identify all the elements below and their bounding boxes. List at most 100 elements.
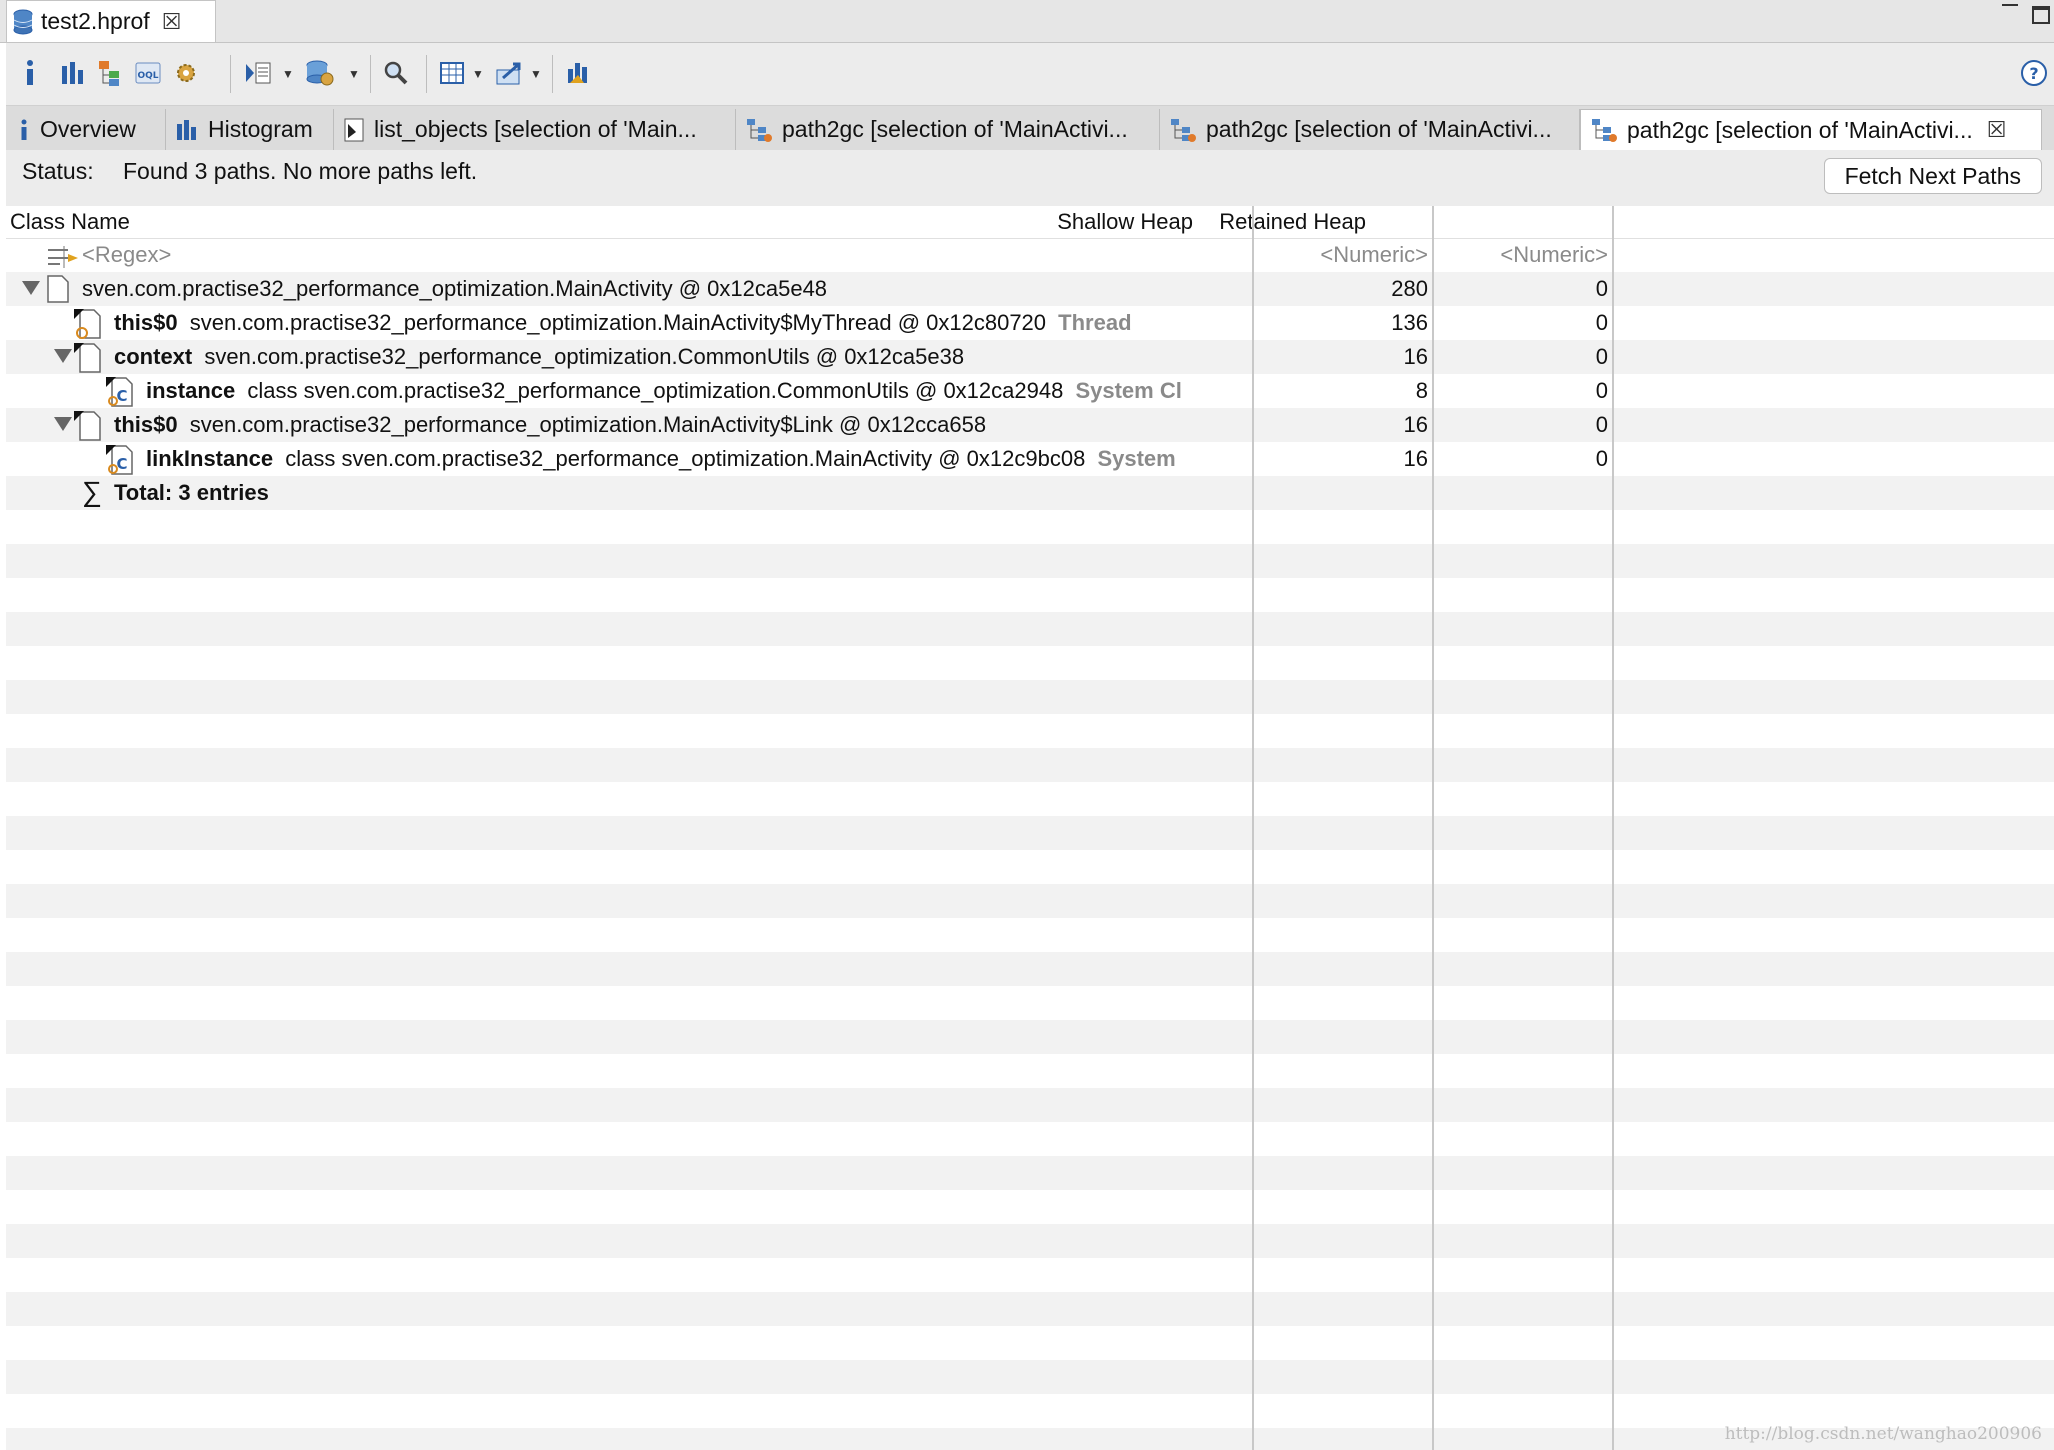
editor-tab[interactable]: test2.hprof ☒ (6, 0, 216, 42)
view-tab-bar: Overview Histogram list_objects [selecti… (6, 106, 2054, 151)
gear-icon[interactable] (168, 53, 204, 93)
sigma-icon: ∑ (82, 476, 102, 507)
list-objects-icon (344, 118, 364, 142)
row-stripe (6, 612, 2054, 646)
query-browser-icon[interactable] (302, 53, 338, 93)
reference-cell: this$0 sven.com.practise32_performance_o… (114, 310, 1132, 336)
total-row: ∑ Total: 3 entries (6, 476, 2054, 510)
class-name: sven.com.practise32_performance_optimiza… (82, 276, 828, 301)
tab-label: path2gc [selection of 'MainActivi... (782, 116, 1128, 142)
filter-retained-input[interactable]: <Numeric> (1436, 242, 1608, 268)
filter-row: <Regex> <Numeric> <Numeric> (6, 238, 2054, 272)
watermark: http://blog.csdn.net/wanghao200906 (1724, 1424, 2042, 1444)
column-header-shallow-heap[interactable]: Shallow Heap (988, 209, 1193, 235)
chevron-down-icon[interactable]: ▼ (348, 67, 360, 81)
heap-dump-icon[interactable] (560, 53, 596, 93)
histogram-icon[interactable] (54, 53, 90, 93)
path2gc-icon (746, 118, 772, 142)
close-icon[interactable]: ☒ (1987, 119, 2007, 141)
tab-label: path2gc [selection of 'MainActivi... (1206, 116, 1552, 142)
tab-overview[interactable]: Overview (8, 109, 166, 150)
info-icon (18, 119, 30, 141)
status-label: Status: (22, 158, 94, 184)
reference-cell: instance class sven.com.practise32_perfo… (146, 378, 1182, 404)
row-stripe (6, 544, 2054, 578)
tab-histogram[interactable]: Histogram (166, 109, 334, 150)
paths-table: Class Name Shallow Heap Retained Heap <R… (6, 206, 2054, 1450)
total-entries: Total: 3 entries (114, 480, 269, 505)
object-icon (74, 343, 102, 378)
field-name: instance (146, 378, 236, 403)
table-row[interactable]: context sven.com.practise32_performance_… (6, 340, 2054, 374)
column-header-class-name[interactable]: Class Name (10, 209, 130, 235)
chevron-down-icon[interactable]: ▼ (530, 67, 542, 81)
path2gc-icon (1170, 118, 1196, 142)
editor-tab-bar: test2.hprof ☒ (0, 0, 2054, 43)
row-stripe (6, 816, 2054, 850)
path2gc-icon (1591, 118, 1617, 142)
row-stripe (6, 1020, 2054, 1054)
retained-heap: 0 (1595, 310, 1608, 335)
reference-cell-clip: instance class sven.com.practise32_perfo… (146, 374, 1250, 408)
reference-cell: linkInstance class sven.com.practise32_p… (146, 446, 1176, 472)
editor-tab-title: test2.hprof (41, 8, 150, 34)
oql-icon[interactable]: OQL (130, 53, 166, 93)
tab-label: list_objects [selection of 'Main... (374, 116, 697, 142)
filter-shallow-input[interactable]: <Numeric> (1256, 242, 1428, 268)
reference-cell: context sven.com.practise32_performance_… (114, 344, 964, 370)
column-header-retained-heap[interactable]: Retained Heap (1196, 209, 1366, 235)
table-row[interactable]: this$0 sven.com.practise32_performance_o… (6, 408, 2054, 442)
field-name: linkInstance (146, 446, 274, 471)
tab-path2gc-1[interactable]: path2gc [selection of 'MainActivi... (736, 109, 1160, 150)
retained-heap: 0 (1595, 446, 1608, 471)
tree-expanded-icon[interactable] (54, 349, 72, 363)
class-object-icon: C (106, 445, 134, 480)
retained-heap: 0 (1595, 378, 1608, 403)
table-row[interactable]: sven.com.practise32_performance_optimiza… (6, 272, 2054, 306)
status-message: Found 3 paths. No more paths left. (123, 158, 478, 184)
info-icon[interactable] (12, 53, 48, 93)
class-name: sven.com.practise32_performance_optimiza… (204, 344, 965, 369)
export-icon[interactable] (492, 53, 528, 93)
shallow-heap: 136 (1391, 310, 1428, 335)
retained-heap: 0 (1595, 344, 1608, 369)
chevron-down-icon[interactable]: ▼ (282, 67, 294, 81)
field-name: this$0 (114, 310, 178, 335)
shallow-heap: 16 (1403, 446, 1428, 471)
tree-expanded-icon[interactable] (54, 417, 72, 431)
table-icon[interactable] (434, 53, 470, 93)
minimize-icon[interactable] (2002, 4, 2018, 6)
field-name: this$0 (114, 412, 178, 437)
database-icon (13, 9, 33, 35)
shallow-heap: 280 (1391, 276, 1428, 301)
svg-text:C: C (116, 387, 127, 405)
toolbar: OQL ▼ ▼ ▼ ▼ ? (6, 43, 2054, 106)
gc-root-tag: System Cl (1075, 378, 1182, 403)
svg-text:C: C (116, 455, 127, 473)
dominator-tree-icon[interactable] (92, 53, 128, 93)
chevron-down-icon[interactable]: ▼ (472, 67, 484, 81)
tab-label: path2gc [selection of 'MainActivi... (1627, 116, 1973, 143)
table-header: Class Name Shallow Heap Retained Heap (6, 206, 2054, 239)
search-icon[interactable] (378, 53, 414, 93)
filter-class-input[interactable]: <Regex> (82, 242, 171, 268)
fetch-next-paths-button[interactable]: Fetch Next Paths (1823, 158, 2042, 194)
table-row[interactable]: C linkInstance class sven.com.practise32… (6, 442, 2054, 476)
table-row[interactable]: this$0 sven.com.practise32_performance_o… (6, 306, 2054, 340)
table-row[interactable]: C instance class sven.com.practise32_per… (6, 374, 2054, 408)
report-icon[interactable] (240, 53, 276, 93)
shallow-heap: 8 (1415, 378, 1428, 403)
help-icon[interactable]: ? (2016, 53, 2052, 93)
tab-path2gc-3[interactable]: path2gc [selection of 'MainActivi... ☒ (1580, 109, 2042, 150)
class-object-icon: C (106, 377, 134, 412)
tab-path2gc-2[interactable]: path2gc [selection of 'MainActivi... (1160, 109, 1580, 150)
row-stripe (6, 1088, 2054, 1122)
reference-cell: this$0 sven.com.practise32_performance_o… (114, 412, 986, 438)
tab-list-objects[interactable]: list_objects [selection of 'Main... (334, 109, 736, 150)
retained-heap: 0 (1595, 276, 1608, 301)
object-icon (74, 411, 102, 446)
close-icon[interactable]: ☒ (162, 10, 182, 33)
tree-expanded-icon[interactable] (22, 281, 40, 295)
maximize-icon[interactable] (2032, 6, 2050, 24)
class-name: sven.com.practise32_performance_optimiza… (189, 412, 987, 437)
